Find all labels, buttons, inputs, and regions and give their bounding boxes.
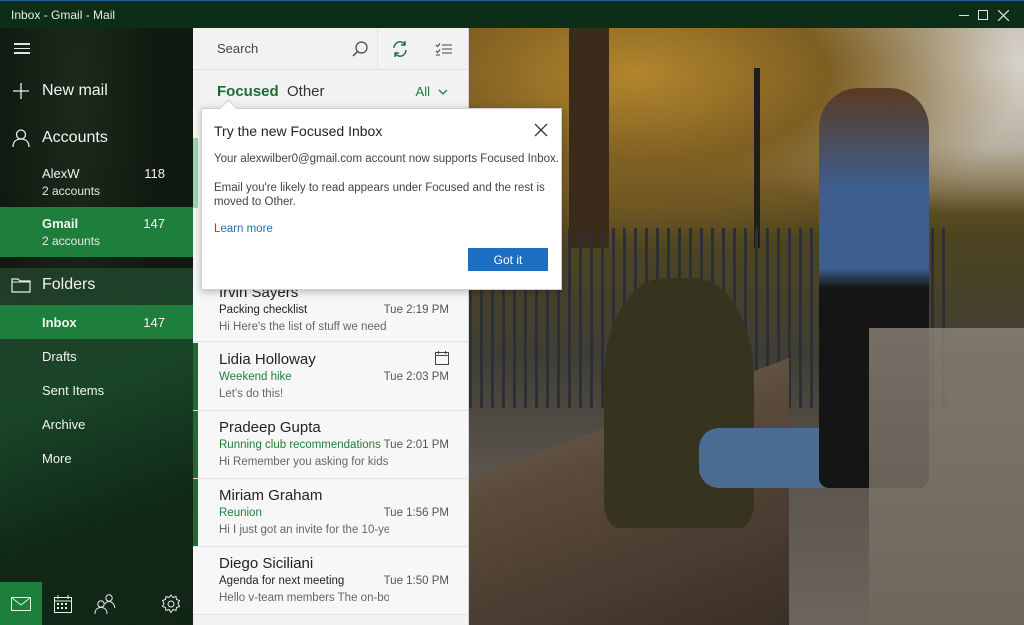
account-sub: 2 accounts bbox=[42, 234, 101, 248]
folder-inbox[interactable]: Inbox 147 bbox=[0, 305, 193, 339]
checklist-icon bbox=[435, 42, 452, 56]
select-mode-button[interactable] bbox=[422, 28, 466, 70]
message-subject: Weekend hike bbox=[219, 371, 292, 383]
message-item[interactable]: Pradeep Gupta Running club recommendatio… bbox=[193, 411, 468, 479]
account-gmail[interactable]: Gmail 2 accounts 147 bbox=[0, 207, 193, 257]
bottom-nav bbox=[0, 582, 193, 625]
message-item[interactable]: Lidia Holloway Weekend hike Tue 2:03 PM … bbox=[193, 343, 468, 411]
filter-dropdown[interactable]: All bbox=[416, 84, 448, 99]
learn-more-link[interactable]: Learn more bbox=[214, 223, 273, 235]
account-name: Gmail bbox=[42, 216, 79, 231]
popup-title: Try the new Focused Inbox bbox=[214, 123, 383, 139]
mail-icon bbox=[11, 596, 31, 611]
message-subject: Running club recommendations bbox=[219, 439, 381, 451]
search-placeholder: Search bbox=[217, 41, 259, 56]
message-subject: Packing checklist bbox=[219, 304, 308, 316]
unread-indicator bbox=[193, 343, 198, 410]
message-sender: Diego Siciliani bbox=[219, 555, 314, 572]
people-button[interactable] bbox=[84, 582, 126, 625]
new-mail-label: New mail bbox=[42, 82, 108, 99]
folder-name: Inbox bbox=[42, 315, 77, 330]
hamburger-icon bbox=[14, 43, 30, 45]
message-preview: Let's do this! bbox=[219, 388, 284, 400]
title-bar: Inbox - Gmail - Mail bbox=[0, 0, 1024, 28]
unread-indicator bbox=[193, 411, 198, 478]
message-time: Tue 2:19 PM bbox=[383, 304, 449, 316]
folder-archive[interactable]: Archive bbox=[0, 407, 193, 441]
message-item[interactable]: Miriam Graham Reunion Tue 1:56 PM Hi I j… bbox=[193, 479, 468, 547]
message-time: Tue 2:01 PM bbox=[383, 439, 449, 451]
message-subject: Agenda for next meeting bbox=[219, 575, 345, 587]
tab-other[interactable]: Other bbox=[287, 83, 325, 100]
folder-drafts[interactable]: Drafts bbox=[0, 339, 193, 373]
account-alexw[interactable]: AlexW 2 accounts 118 bbox=[0, 157, 193, 207]
message-preview: Hi Remember you asking for kids' bbox=[219, 456, 389, 468]
account-count: 118 bbox=[144, 166, 165, 181]
message-sender: Miriam Graham bbox=[219, 487, 323, 504]
calendar-button[interactable] bbox=[42, 582, 84, 625]
plus-icon bbox=[0, 83, 42, 99]
new-mail-button[interactable]: New mail bbox=[0, 80, 193, 102]
chevron-down-icon bbox=[438, 89, 448, 95]
folder-sent-items[interactable]: Sent Items bbox=[0, 373, 193, 407]
unread-indicator bbox=[193, 479, 198, 546]
message-time: Tue 2:03 PM bbox=[383, 371, 449, 383]
close-icon bbox=[997, 9, 1009, 21]
window-title: Inbox - Gmail - Mail bbox=[11, 8, 116, 22]
tab-focused[interactable]: Focused bbox=[217, 83, 279, 100]
settings-button[interactable] bbox=[149, 582, 193, 625]
person-icon bbox=[0, 129, 42, 147]
sidebar: New mail Accounts AlexW 2 accounts 118 G… bbox=[0, 28, 193, 625]
got-it-button[interactable]: Got it bbox=[468, 248, 548, 271]
folder-icon bbox=[0, 277, 42, 293]
calendar-invite-icon bbox=[435, 351, 449, 365]
folder-name: More bbox=[42, 451, 72, 466]
message-time: Tue 1:56 PM bbox=[383, 507, 449, 519]
message-preview: Hi Here's the list of stuff we need t bbox=[219, 321, 389, 333]
calendar-icon bbox=[54, 594, 72, 613]
account-name: AlexW bbox=[42, 166, 80, 181]
inbox-tabs: Focused Other All bbox=[193, 70, 468, 110]
account-sub: 2 accounts bbox=[42, 184, 101, 198]
filter-label: All bbox=[415, 84, 430, 99]
settings-icon bbox=[161, 593, 181, 613]
folders-label: Folders bbox=[42, 276, 96, 293]
folder-name: Archive bbox=[42, 417, 86, 432]
people-icon bbox=[94, 593, 116, 614]
close-window-button[interactable] bbox=[984, 1, 1022, 29]
focused-inbox-popup: Try the new Focused Inbox Your alexwilbe… bbox=[201, 108, 562, 290]
accounts-label: Accounts bbox=[42, 129, 108, 146]
message-sender: Pradeep Gupta bbox=[219, 419, 321, 436]
close-popup-icon[interactable] bbox=[533, 122, 549, 138]
folder-name: Sent Items bbox=[42, 383, 105, 398]
search-bar: Search bbox=[193, 27, 468, 70]
popup-text: Email you're likely to read appears unde… bbox=[214, 182, 545, 208]
folder-more[interactable]: More bbox=[0, 441, 193, 475]
message-preview: Hi I just got an invite for the 10-ye bbox=[219, 524, 389, 536]
popup-text: Your alexwilber0@gmail.com account now s… bbox=[214, 153, 559, 165]
message-item[interactable]: Diego Siciliani Agenda for next meeting … bbox=[193, 547, 468, 615]
message-time: Tue 1:50 PM bbox=[383, 575, 449, 587]
message-sender: Lidia Holloway bbox=[219, 351, 316, 368]
account-count: 147 bbox=[143, 216, 165, 231]
hamburger-menu-button[interactable] bbox=[14, 40, 30, 57]
accounts-header[interactable]: Accounts bbox=[0, 127, 193, 149]
message-subject: Reunion bbox=[219, 507, 262, 519]
folders-header[interactable]: Folders bbox=[0, 274, 193, 296]
folder-count: 147 bbox=[143, 315, 165, 330]
search-icon[interactable] bbox=[352, 40, 368, 57]
mail-button[interactable] bbox=[0, 582, 42, 625]
search-input[interactable]: Search bbox=[193, 27, 378, 70]
message-preview: Hello v-team members The on-boa bbox=[219, 592, 389, 604]
folder-name: Drafts bbox=[42, 349, 77, 364]
sync-icon bbox=[393, 40, 407, 57]
sync-button[interactable] bbox=[378, 28, 422, 70]
